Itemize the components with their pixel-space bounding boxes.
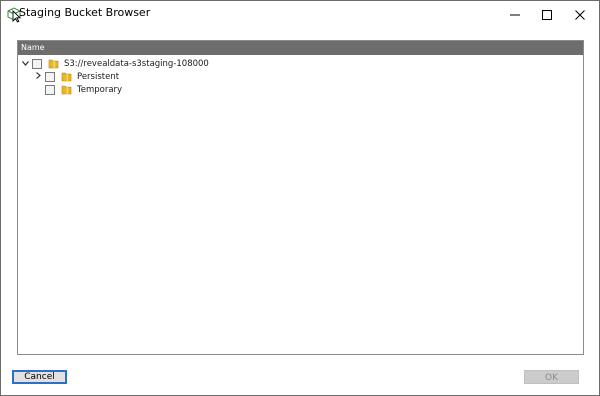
folder-icon — [61, 84, 72, 95]
minimize-icon — [510, 5, 520, 24]
tree-item-label: S3://revealdata-s3staging-108000 — [64, 58, 209, 69]
bucket-tree[interactable]: Name S3://revealdata-s3staging-108000 Pe… — [17, 40, 584, 355]
close-button[interactable] — [564, 1, 596, 27]
expand-toggle[interactable] — [20, 57, 30, 70]
maximize-icon — [542, 5, 552, 24]
dialog-window: Staging Bucket Browser Name S3://reveald… — [0, 0, 600, 396]
tree-row-root[interactable]: S3://revealdata-s3staging-108000 — [20, 57, 209, 70]
tree-row-temporary[interactable]: Temporary — [33, 83, 122, 96]
chevron-right-icon — [35, 71, 41, 82]
ok-button[interactable]: OK — [524, 370, 579, 384]
maximize-button[interactable] — [531, 1, 563, 27]
root-checkbox[interactable] — [32, 58, 42, 69]
tree-row-persistent[interactable]: Persistent — [33, 70, 119, 83]
title-bar[interactable]: Staging Bucket Browser — [1, 1, 599, 27]
cancel-button[interactable]: Cancel — [12, 370, 67, 384]
folder-icon — [61, 71, 72, 82]
window-title: Staging Bucket Browser — [19, 6, 151, 19]
minimize-button[interactable] — [499, 1, 531, 27]
persistent-checkbox[interactable] — [45, 71, 55, 82]
expand-toggle[interactable] — [33, 70, 43, 83]
tree-item-label: Temporary — [77, 84, 123, 95]
temporary-checkbox[interactable] — [45, 84, 55, 95]
name-column-header[interactable]: Name — [18, 41, 583, 55]
tree-item-label: Persistent — [77, 71, 120, 82]
close-icon — [575, 5, 585, 24]
folder-icon — [48, 58, 59, 69]
chevron-down-icon — [21, 59, 29, 69]
expand-spacer — [33, 83, 43, 96]
